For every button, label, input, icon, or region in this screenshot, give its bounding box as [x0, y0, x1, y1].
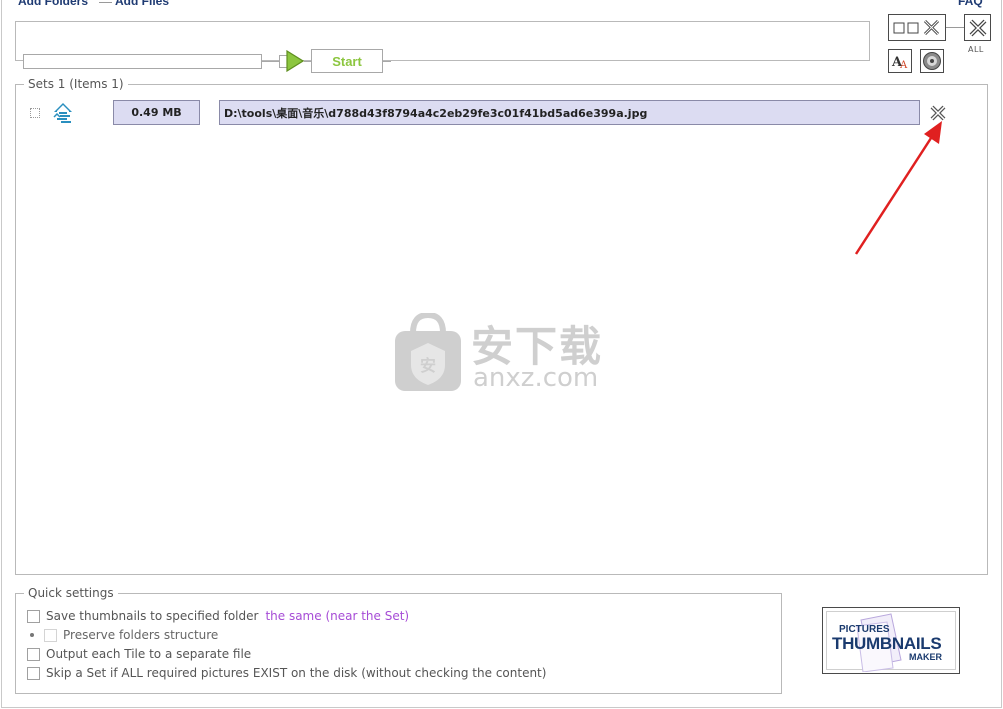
quick-settings-legend: Quick settings: [24, 586, 118, 600]
top-separator: [99, 2, 112, 3]
skip-set-row: Skip a Set if ALL required pictures EXIS…: [27, 666, 546, 680]
remove-item-icon[interactable]: [929, 104, 947, 122]
skip-set-checkbox[interactable]: [27, 666, 40, 680]
save-to-folder-link[interactable]: the same (near the Set): [265, 609, 409, 623]
layout-toggle-icon: [893, 19, 940, 35]
play-icon[interactable]: [286, 50, 304, 72]
item-size-field: 0.49 MB: [113, 100, 200, 125]
start-button[interactable]: Start: [311, 49, 383, 73]
layout-toggle-button[interactable]: [888, 14, 946, 41]
bullet: [30, 633, 34, 637]
add-files-link[interactable]: Add Files: [115, 0, 169, 8]
close-all-icon: [969, 19, 986, 36]
add-folders-link[interactable]: Add Folders: [18, 0, 88, 8]
save-to-folder-row: Save thumbnails to specified folder the …: [27, 609, 409, 623]
close-all-button[interactable]: [964, 14, 991, 41]
font-settings-button[interactable]: A A: [888, 49, 912, 73]
progress-bar: [23, 54, 262, 69]
preserve-structure-checkbox[interactable]: [44, 628, 57, 642]
font-settings-icon: A A: [891, 55, 908, 70]
folder-tree-icon[interactable]: [51, 101, 75, 125]
logo-line3: MAKER: [909, 652, 942, 662]
save-to-folder-label: Save thumbnails to specified folder: [46, 609, 259, 623]
play-connector: [304, 61, 311, 62]
item-checkbox[interactable]: [30, 108, 40, 118]
faq-link[interactable]: FAQ: [958, 0, 983, 8]
start-connector: [383, 61, 391, 62]
preserve-structure-label: Preserve folders structure: [63, 628, 219, 642]
tool-separator: [946, 27, 964, 28]
svg-text:安: 安: [420, 356, 436, 375]
output-tile-row: Output each Tile to a separate file: [27, 647, 251, 661]
preserve-structure-row: Preserve folders structure: [28, 628, 218, 642]
save-to-folder-checkbox[interactable]: [27, 609, 40, 623]
logo-line2: THUMBNAILS: [832, 634, 942, 653]
app-logo[interactable]: PICTURES THUMBNAILS MAKER: [822, 607, 960, 674]
disc-icon: [923, 52, 941, 70]
skip-set-label: Skip a Set if ALL required pictures EXIS…: [46, 666, 547, 680]
svg-text:A: A: [899, 60, 908, 70]
output-tile-checkbox[interactable]: [27, 647, 40, 661]
watermark: 安 安下载 anxz.com: [393, 313, 608, 395]
all-label: ALL: [968, 45, 984, 54]
item-path-field[interactable]: D:\tools\桌面\音乐\d788d43f8794a4c2eb29fe3c0…: [219, 100, 920, 125]
watermark-en-text: anxz.com: [473, 363, 599, 393]
shopping-bag-icon: 安: [395, 313, 461, 391]
disc-button[interactable]: [920, 49, 944, 73]
output-tile-label: Output each Tile to a separate file: [46, 647, 252, 661]
sets-legend: Sets 1 (Items 1): [24, 77, 128, 91]
progress-connector: [262, 61, 279, 62]
